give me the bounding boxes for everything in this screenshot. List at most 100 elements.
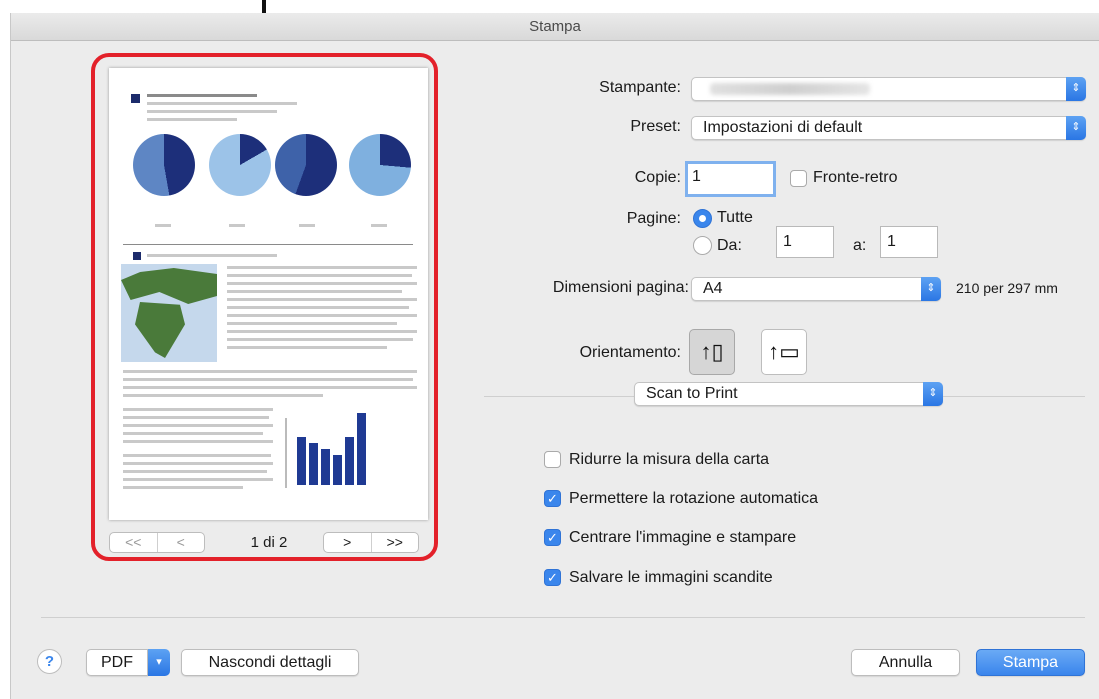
section-divider-left: [484, 396, 634, 397]
preview-bar: [309, 443, 318, 485]
pages-to-input[interactable]: 1: [880, 226, 938, 258]
section-divider-right: [943, 396, 1085, 397]
chevron-updown-icon: ⇕: [923, 382, 943, 406]
preview-text-line: [123, 424, 273, 427]
orientation-label: Orientamento:: [579, 344, 681, 361]
preview-text-line: [227, 298, 417, 301]
preset-value: Impostazioni di default: [703, 119, 863, 136]
landscape-icon: ↑▭: [768, 339, 800, 364]
chevron-updown-icon: ⇕: [1066, 116, 1086, 140]
next-page-button[interactable]: >: [324, 533, 371, 552]
printer-label: Stampante:: [599, 79, 681, 96]
preview-text-line: [123, 432, 263, 435]
map-land: [135, 302, 185, 358]
pages-range-radio[interactable]: [693, 236, 712, 255]
chevron-updown-icon: ⇕: [1066, 77, 1086, 101]
section-value: Scan to Print: [646, 385, 738, 402]
footer-divider: [41, 617, 1085, 618]
pdf-button[interactable]: PDF: [86, 649, 148, 676]
chevron-updown-icon: ⇕: [921, 277, 941, 301]
paper-size-value: A4: [703, 280, 723, 297]
duplex-checkbox[interactable]: [790, 170, 807, 187]
previous-page-button[interactable]: <: [156, 533, 205, 552]
auto-rotate-label: Permettere la rotazione automatica: [569, 490, 819, 507]
preview-text-line: [123, 462, 273, 465]
paper-size-dimensions: 210 per 297 mm: [956, 280, 1058, 296]
pages-all-label: Tutte: [717, 209, 753, 226]
hide-details-button[interactable]: Nascondi dettagli: [181, 649, 359, 676]
reduce-paper-label: Ridurre la misura della carta: [569, 451, 770, 468]
preview-pie-chart: [275, 134, 337, 196]
pages-all-radio[interactable]: [693, 209, 712, 228]
preview-text-line: [123, 386, 417, 389]
page-preview: [109, 68, 428, 520]
preview-text-line: [123, 470, 267, 473]
paper-size-label: Dimensioni pagina:: [552, 279, 689, 296]
copies-label: Copie:: [634, 169, 681, 186]
preview-text-line: [123, 416, 269, 419]
preview-pager: << < 1 di 2 > >>: [109, 532, 428, 554]
preview-caption: [155, 224, 171, 227]
pdf-menu-button[interactable]: ▾: [148, 649, 170, 676]
pages-from-input[interactable]: 1: [776, 226, 834, 258]
preview-text-line: [123, 454, 271, 457]
pages-to-label: a:: [853, 237, 867, 254]
save-scans-checkbox[interactable]: ✓: [544, 569, 561, 586]
preview-text-line: [227, 322, 397, 325]
preview-text-line: [227, 266, 417, 269]
preview-text-line: [123, 440, 273, 443]
cancel-button[interactable]: Annulla: [851, 649, 960, 676]
preview-heading-marker: [131, 94, 140, 103]
pages-label: Pagine:: [626, 210, 681, 227]
paper-size-select[interactable]: A4 ⇕: [691, 277, 941, 301]
preview-text-line: [147, 110, 277, 113]
center-image-checkbox[interactable]: ✓: [544, 529, 561, 546]
preview-text-line: [227, 314, 417, 317]
portrait-orientation-button[interactable]: ↑▯: [689, 329, 735, 375]
preview-bar: [345, 437, 354, 485]
preview-text-line: [147, 254, 277, 257]
preview-caption: [371, 224, 387, 227]
preview-text-line: [227, 274, 412, 277]
pages-from-label: Da:: [717, 237, 742, 254]
preview-text-line: [123, 486, 243, 489]
preview-text-line: [227, 346, 387, 349]
map-land: [121, 268, 217, 304]
window-title: Stampa: [11, 13, 1099, 41]
last-page-button[interactable]: >>: [370, 533, 419, 552]
printer-name-blurred: [710, 83, 870, 95]
copies-input[interactable]: 1: [685, 161, 776, 197]
preview-text-line: [227, 290, 402, 293]
preview-text-line: [123, 394, 323, 397]
first-page-button[interactable]: <<: [110, 533, 157, 552]
help-button[interactable]: ?: [37, 649, 62, 674]
duplex-label: Fronte-retro: [813, 169, 898, 186]
pager-back-group: << <: [109, 532, 205, 553]
print-dialog: Stampa << < 1 di 2 > >> Stampante: ⇕ Pre…: [10, 13, 1099, 699]
preview-caption: [299, 224, 315, 227]
preview-text-line: [227, 330, 417, 333]
preview-bar: [321, 449, 330, 485]
preview-pie-chart: [209, 134, 271, 196]
chevron-down-icon: ▾: [156, 656, 162, 668]
page-indicator: 1 di 2: [250, 534, 288, 551]
preview-divider: [123, 244, 413, 245]
landscape-orientation-button[interactable]: ↑▭: [761, 329, 807, 375]
printer-select[interactable]: ⇕: [691, 77, 1086, 101]
preview-pie-chart: [133, 134, 195, 196]
auto-rotate-checkbox[interactable]: ✓: [544, 490, 561, 507]
center-image-label: Centrare l'immagine e stampare: [569, 529, 797, 546]
preview-pie-chart: [349, 134, 411, 196]
section-select[interactable]: Scan to Print ⇕: [634, 382, 943, 406]
preview-text-line: [147, 94, 257, 97]
preset-select[interactable]: Impostazioni di default ⇕: [691, 116, 1086, 140]
preview-text-line: [123, 378, 413, 381]
preview-bar: [357, 413, 366, 485]
preview-text-line: [147, 102, 297, 105]
preview-text-line: [123, 408, 273, 411]
save-scans-label: Salvare le immagini scandite: [569, 569, 773, 586]
preview-map-image: [121, 264, 217, 362]
reduce-paper-checkbox[interactable]: [544, 451, 561, 468]
preview-chart-axis: [285, 418, 287, 488]
print-button[interactable]: Stampa: [976, 649, 1085, 676]
